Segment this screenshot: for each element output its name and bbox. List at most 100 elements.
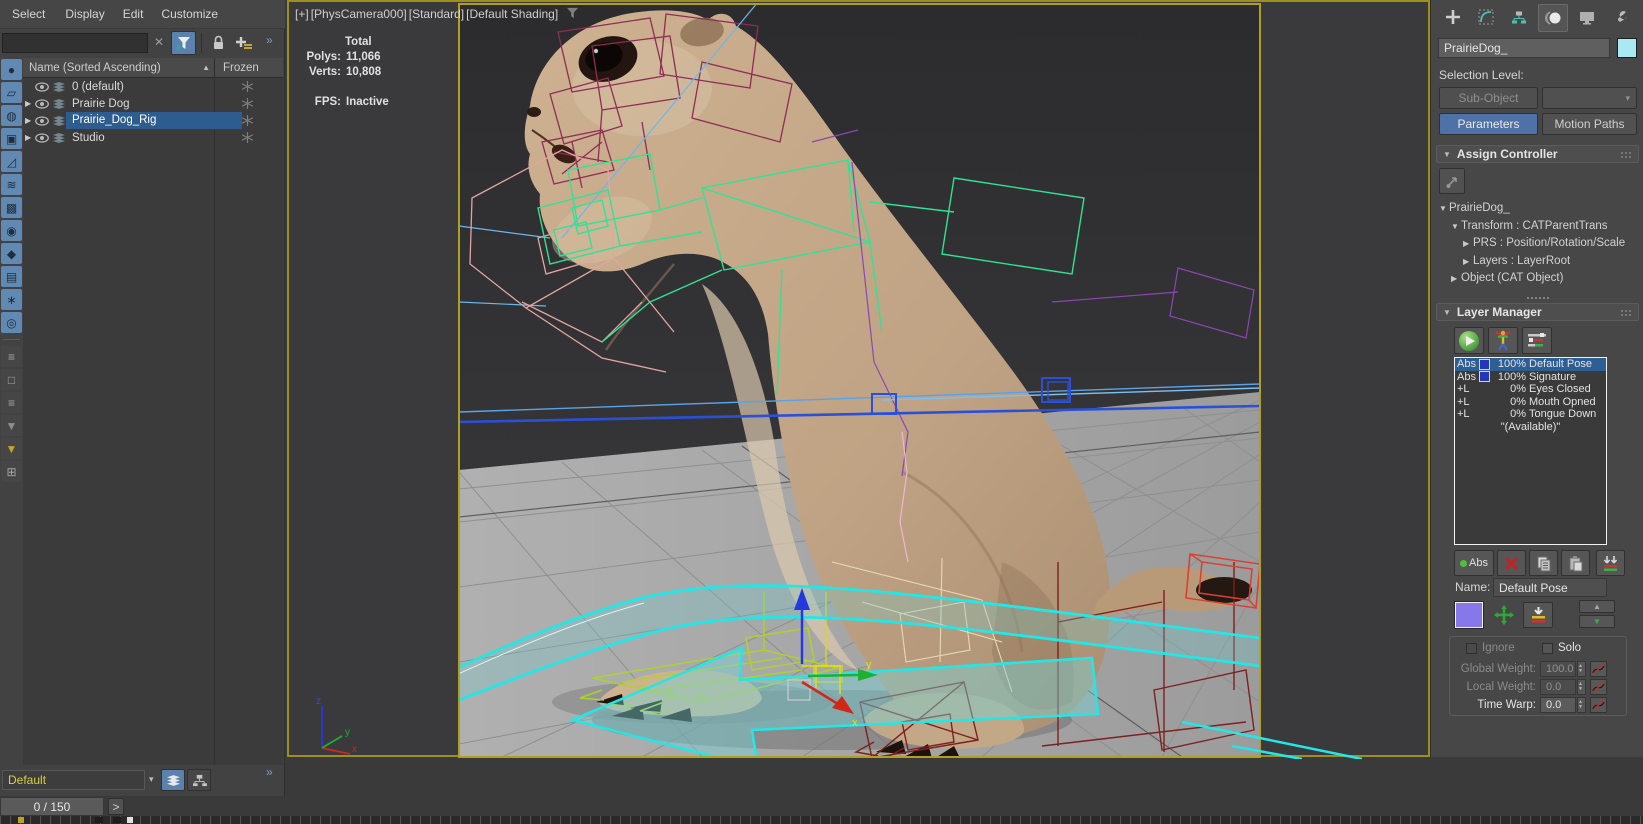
global-weight-spinner[interactable]: ▲▼ — [1577, 661, 1586, 677]
current-frame-field[interactable]: 0 / 150 — [0, 797, 104, 816]
layer-stack-icon[interactable] — [52, 132, 66, 144]
tab-display[interactable] — [1573, 4, 1601, 30]
layer-name-field[interactable]: Default Pose — [1493, 578, 1607, 597]
layer-stack-icon[interactable] — [52, 81, 66, 93]
global-weight-field[interactable]: 100.0 — [1540, 661, 1576, 677]
sub-object-dropdown[interactable]: ▾ — [1542, 87, 1637, 109]
display-helpers-icon[interactable]: ◿ — [1, 151, 22, 172]
object-color-swatch[interactable] — [1617, 38, 1637, 58]
parameters-button[interactable]: Parameters — [1439, 113, 1538, 135]
layer-stack-icon[interactable] — [52, 115, 66, 127]
display-bones-icon[interactable]: ◆ — [1, 243, 22, 264]
detail-view-icon[interactable]: ≡ — [1, 392, 22, 413]
eye-icon[interactable] — [35, 99, 49, 109]
layer-mode-button[interactable] — [161, 769, 185, 791]
table-row[interactable]: ▶ Studio — [23, 129, 283, 146]
display-containers-icon[interactable]: ▤ — [1, 266, 22, 287]
tab-create[interactable] — [1439, 4, 1467, 30]
menu-customize[interactable]: Customize — [161, 7, 218, 21]
viewport-menu-shading[interactable]: [Default Shading] — [466, 7, 558, 21]
paste-layer-button[interactable] — [1561, 550, 1590, 576]
sub-object-button[interactable]: Sub-Object — [1439, 87, 1538, 109]
move-all-mode-button[interactable] — [1489, 602, 1519, 628]
ignore-checkbox[interactable] — [1466, 643, 1477, 654]
sort-ascending-icon[interactable]: ▲ — [202, 63, 210, 72]
frozen-icon[interactable] — [242, 115, 253, 126]
delete-layer-button[interactable] — [1497, 550, 1526, 576]
local-weight-curve-button[interactable] — [1590, 679, 1607, 695]
layer-row[interactable]: Abs 100% Signature — [1455, 371, 1606, 384]
insert-layer-button[interactable] — [1596, 550, 1625, 576]
frozen-icon[interactable] — [242, 132, 253, 143]
bottom-more-chevron[interactable]: » — [266, 765, 273, 779]
solo-checkbox[interactable] — [1542, 643, 1553, 654]
play-animation-button[interactable] — [1454, 327, 1484, 354]
tab-motion-active[interactable] — [1538, 4, 1568, 32]
track-bar[interactable] — [0, 816, 1643, 824]
display-geometry-icon[interactable]: ● — [1, 59, 22, 80]
layer-color-swatch[interactable] — [1455, 602, 1483, 628]
next-frame-button[interactable]: > — [108, 798, 124, 815]
eye-icon[interactable] — [35, 82, 49, 92]
layer-row[interactable]: +L 0% Eyes Closed — [1455, 383, 1606, 396]
viewport[interactable]: y x z x y [+] [PhysCamera000] [Standard]… — [287, 0, 1430, 757]
add-abs-layer-button[interactable]: Abs — [1454, 550, 1494, 576]
viewport-menu-pov[interactable]: [PhysCamera000] — [311, 7, 407, 21]
display-spacewarps-icon[interactable]: ≋ — [1, 174, 22, 195]
table-row[interactable]: 0 (default) — [23, 78, 283, 95]
menu-edit[interactable]: Edit — [123, 7, 144, 21]
time-warp-field[interactable]: 0.0 — [1540, 697, 1576, 713]
preset-dropdown[interactable]: Default — [2, 770, 145, 790]
time-warp-spinner[interactable]: ▲▼ — [1577, 697, 1586, 713]
viewport-menu-general[interactable]: [+] — [295, 7, 309, 21]
layer-row[interactable]: +L 0% Mouth Opned — [1455, 396, 1606, 409]
eye-icon[interactable] — [35, 116, 49, 126]
viewport-filter-icon[interactable] — [566, 7, 579, 19]
display-particles-icon[interactable]: ∗ — [1, 289, 22, 310]
collapse-layer-button[interactable] — [1523, 602, 1553, 628]
eye-icon[interactable] — [35, 133, 49, 143]
track-bar-key-dark2[interactable] — [113, 817, 121, 823]
display-xrefs-icon[interactable]: ◉ — [1, 220, 22, 241]
layer-color-chip[interactable] — [1479, 371, 1490, 382]
tab-modify[interactable] — [1472, 4, 1500, 30]
table-row-selected[interactable]: ▶ Prairie_Dog_Rig — [23, 112, 283, 129]
display-shapes-icon[interactable]: ▱ — [1, 82, 22, 103]
frozen-icon[interactable] — [242, 81, 253, 92]
tree-item-prs[interactable]: ▶PRS : Position/Rotation/Scale — [1439, 235, 1625, 253]
move-layer-down-button[interactable]: ▼ — [1579, 615, 1615, 628]
filter-gold-icon[interactable]: ▼ — [1, 438, 22, 459]
tree-item-layers[interactable]: ▶Layers : LayerRoot — [1439, 253, 1625, 271]
toolbar-more-chevron[interactable]: » — [266, 33, 273, 47]
menu-select[interactable]: Select — [12, 7, 45, 21]
tree-item-root[interactable]: ▼PrairieDog_ — [1439, 200, 1625, 218]
animation-layer-list[interactable]: Abs 100% Default Pose Abs 100% Signature… — [1454, 357, 1607, 545]
track-bar-key-white[interactable] — [127, 817, 133, 823]
column-divider[interactable] — [214, 58, 215, 77]
preset-dropdown-arrow[interactable]: ▾ — [149, 774, 154, 785]
assign-controller-rollout-header[interactable]: ▼ Assign Controller — [1436, 145, 1639, 163]
tab-hierarchy[interactable] — [1505, 4, 1533, 30]
track-bar-key-yellow[interactable] — [18, 817, 24, 823]
lock-button[interactable] — [206, 31, 230, 55]
layer-row[interactable]: +L 0% Tongue Down — [1455, 408, 1606, 421]
menu-display[interactable]: Display — [65, 7, 104, 21]
viewport-menu-renderer[interactable]: [Standard] — [409, 7, 464, 21]
move-layer-up-button[interactable]: ▲ — [1579, 600, 1615, 613]
tree-item-object[interactable]: ▶Object (CAT Object) — [1439, 270, 1625, 288]
table-row[interactable]: ▶ Prairie Dog — [23, 95, 283, 112]
local-weight-field[interactable]: 0.0 — [1540, 679, 1576, 695]
display-lights-icon[interactable]: ◍ — [1, 105, 22, 126]
column-header-name[interactable]: Name (Sorted Ascending) — [29, 62, 161, 74]
clear-search-icon[interactable]: ✕ — [151, 35, 167, 51]
display-cameras-icon[interactable]: ▣ — [1, 128, 22, 149]
layer-stack-icon[interactable] — [52, 98, 66, 110]
display-hidden-icon[interactable]: ◎ — [1, 312, 22, 333]
object-name-field[interactable]: PrairieDog_ — [1438, 38, 1610, 58]
tree-item-transform[interactable]: ▼Transform : CATParentTrans — [1439, 218, 1625, 236]
local-weight-spinner[interactable]: ▲▼ — [1577, 679, 1586, 695]
pin-explorer-icon[interactable]: ⊞ — [1, 461, 22, 482]
viewport-scene[interactable]: y x z x y — [289, 2, 1432, 759]
filter-button[interactable] — [171, 31, 196, 55]
layer-row-available[interactable]: "(Available)" — [1455, 421, 1606, 434]
